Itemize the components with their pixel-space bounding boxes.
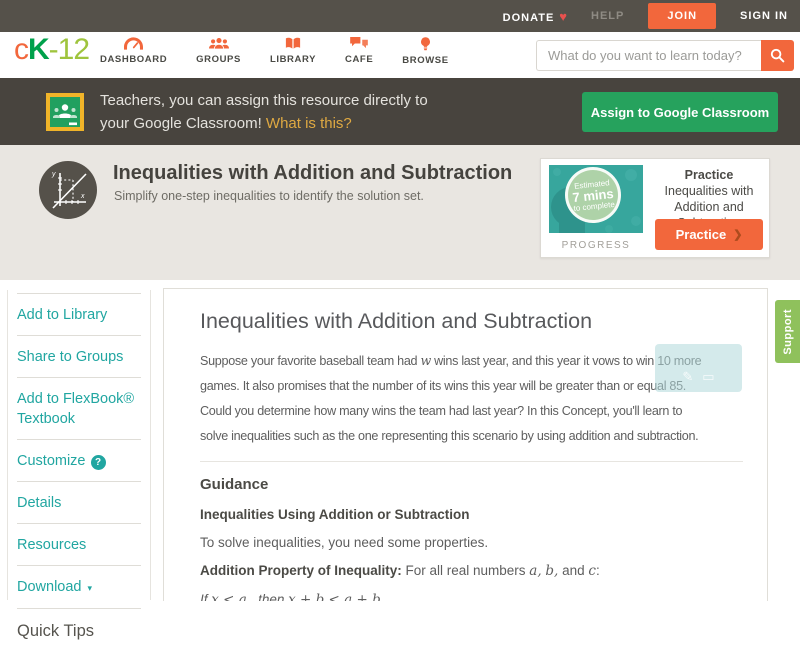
donate-link[interactable]: DONATE ♥: [503, 9, 567, 24]
heart-icon: ♥: [559, 8, 568, 24]
sidebar-right-divider: [150, 290, 151, 600]
google-classroom-icon: [46, 93, 84, 131]
help-question-icon[interactable]: ?: [90, 455, 106, 470]
practice-thumbnail: Estimated 7 mins to complete: [549, 164, 643, 233]
chevron-right-icon: ❯: [733, 229, 743, 241]
quick-tips-heading: Quick Tips: [17, 608, 141, 654]
nav-item-browse[interactable]: BROWSE: [402, 37, 448, 66]
sign-in-link[interactable]: SIGN IN: [740, 10, 788, 22]
what-is-this-link[interactable]: What is this?: [266, 115, 352, 132]
lesson-header: y x Inequalities with Addition and Subtr…: [0, 145, 800, 280]
top-utility-bar: DONATE ♥ HELP JOIN SIGN IN: [0, 0, 800, 32]
sidebar-item-details[interactable]: Details: [17, 481, 141, 523]
section-divider: [200, 461, 743, 462]
search-input[interactable]: [536, 40, 761, 71]
google-classroom-banner: Teachers, you can assign this resource d…: [0, 78, 800, 145]
guidance-text: To solve inequalities, you need some pro…: [200, 535, 489, 550]
ck12-logo[interactable]: cK-12: [14, 33, 90, 67]
primary-nav: DASHBOARD GROUPS LIBRARY CAFE BROWSE: [100, 37, 449, 66]
nav-item-dashboard[interactable]: DASHBOARD: [100, 37, 167, 66]
sidebar-item-resources[interactable]: Resources: [17, 523, 141, 565]
sidebar-left-divider: [7, 290, 8, 600]
progress-label: PROGRESS: [561, 240, 631, 251]
article-title: Inequalities with Addition and Subtracti…: [200, 309, 593, 333]
search-icon: [770, 48, 785, 63]
book-icon: [285, 37, 301, 49]
search-bar: [536, 40, 794, 71]
article-paragraph-line: solve inequalities such as the one repre…: [200, 429, 699, 443]
nav-item-groups[interactable]: GROUPS: [196, 37, 241, 66]
svg-text:x: x: [80, 193, 85, 200]
main-navbar: cK-12 DASHBOARD GROUPS LIBRARY CAFE BROW…: [0, 32, 800, 78]
addition-property-line: Addition Property of Inequality: For all…: [200, 563, 600, 579]
join-button[interactable]: JOIN: [648, 3, 717, 29]
practice-widget: Estimated 7 mins to complete PROGRESS Pr…: [540, 158, 770, 258]
people-icon: [208, 38, 229, 50]
guidance-subheading: Inequalities Using Addition or Subtracti…: [200, 507, 470, 522]
guidance-heading: Guidance: [200, 476, 269, 493]
chat-bubbles-icon: [350, 37, 368, 49]
lesson-title: Inequalities with Addition and Subtracti…: [113, 162, 513, 184]
gauge-icon: [124, 37, 144, 50]
sidebar-item-download[interactable]: Download ▾: [17, 565, 141, 608]
nav-item-library[interactable]: LIBRARY: [270, 37, 316, 66]
search-button[interactable]: [761, 40, 794, 71]
math-w: w: [420, 353, 431, 368]
practice-button[interactable]: Practice ❯: [655, 219, 763, 250]
sidebar-item-add-to-flexbook[interactable]: Add to FlexBook® Textbook: [17, 377, 141, 439]
sidebar-item-share-to-groups[interactable]: Share to Groups: [17, 335, 141, 377]
lesson-subtitle: Simplify one-step inequalities to identi…: [114, 189, 424, 203]
pencil-icon: ✎: [682, 369, 694, 384]
caret-down-icon: ▾: [87, 583, 93, 593]
article-card: Inequalities with Addition and Subtracti…: [163, 288, 768, 601]
article-paragraph-line: Could you determine how many wins the te…: [200, 404, 683, 418]
lightbulb-icon: [420, 37, 430, 51]
help-link[interactable]: HELP: [591, 10, 624, 22]
sidebar-item-customize[interactable]: Customize?: [17, 439, 141, 481]
banner-message: Teachers, you can assign this resource d…: [100, 92, 428, 132]
nav-item-cafe[interactable]: CAFE: [345, 37, 373, 66]
svg-text:y: y: [51, 171, 56, 178]
concept-graph-icon: y x: [39, 161, 97, 219]
support-tab[interactable]: Support: [775, 300, 800, 363]
text-highlight-annotation: ✎ ▭: [655, 344, 742, 392]
highlight-box-icon: ▭: [702, 369, 715, 384]
sidebar-item-add-to-library[interactable]: Add to Library: [17, 293, 141, 335]
assign-to-classroom-button[interactable]: Assign to Google Classroom: [582, 92, 778, 132]
